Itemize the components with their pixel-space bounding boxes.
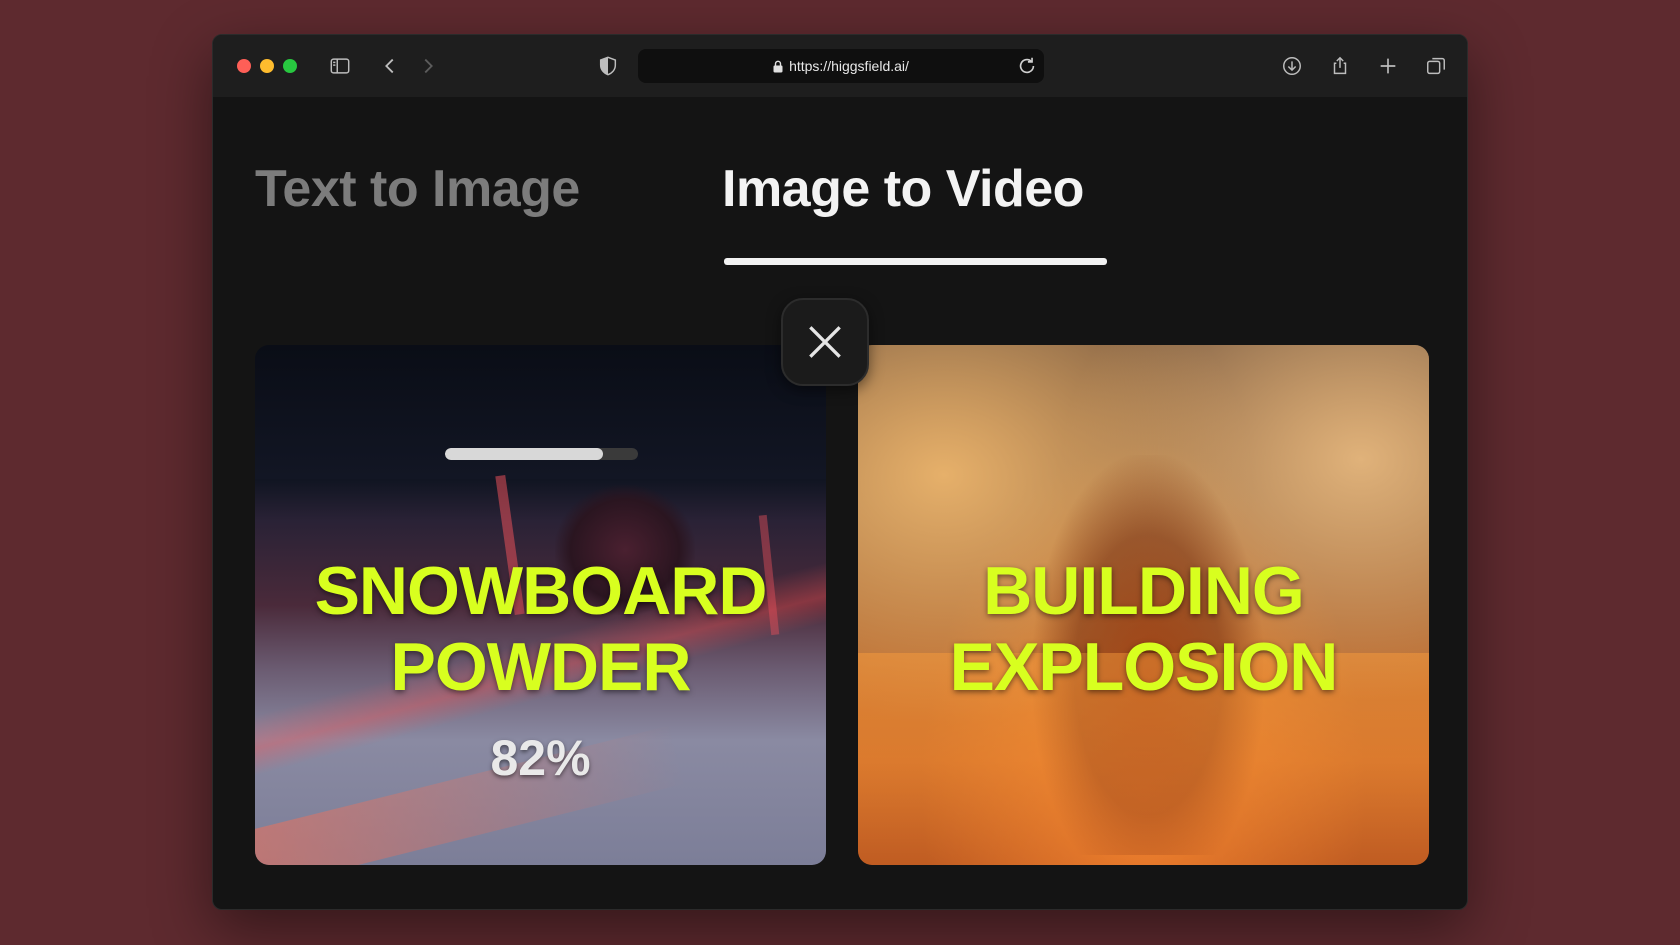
tab-image-to-video[interactable]: Image to Video [722,159,1084,219]
progress-percent: 82% [490,730,591,786]
close-window-button[interactable] [237,59,251,73]
plus-icon[interactable] [1374,52,1402,80]
video-card-snowboard[interactable]: SNOWBOARD POWDER 82% [255,345,826,865]
card-title-line2: EXPLOSION [949,629,1339,705]
tabs-overview-icon[interactable] [1422,52,1450,80]
card-title: BUILDING EXPLOSION [858,553,1429,705]
reload-icon[interactable] [1016,55,1038,77]
active-tab-indicator [724,258,1107,265]
download-icon[interactable] [1278,52,1306,80]
shield-icon[interactable] [594,52,622,80]
share-icon[interactable] [1326,52,1354,80]
browser-toolbar: https://higgsfield.ai/ [213,35,1467,97]
minimize-window-button[interactable] [260,59,274,73]
card-title-line1: SNOWBOARD [314,553,768,629]
chevron-right-icon[interactable] [414,52,442,80]
browser-window: https://higgsfield.ai/ Text to Image Ima… [212,34,1468,910]
card-title-line1: BUILDING [983,553,1305,629]
url-text: https://higgsfield.ai/ [789,58,909,74]
generation-progress-bar [445,448,638,460]
address-bar[interactable]: https://higgsfield.ai/ [638,49,1044,83]
lock-icon [773,60,783,72]
chevron-left-icon[interactable] [376,52,404,80]
progress-fill [445,448,604,460]
close-icon [809,326,841,358]
tab-text-to-image[interactable]: Text to Image [255,159,580,219]
maximize-window-button[interactable] [283,59,297,73]
sidebar-icon[interactable] [326,52,354,80]
card-title-line2: POWDER [390,629,692,705]
card-title: SNOWBOARD POWDER [255,553,826,705]
video-card-explosion[interactable]: BUILDING EXPLOSION [858,345,1429,865]
close-button[interactable] [781,298,869,386]
